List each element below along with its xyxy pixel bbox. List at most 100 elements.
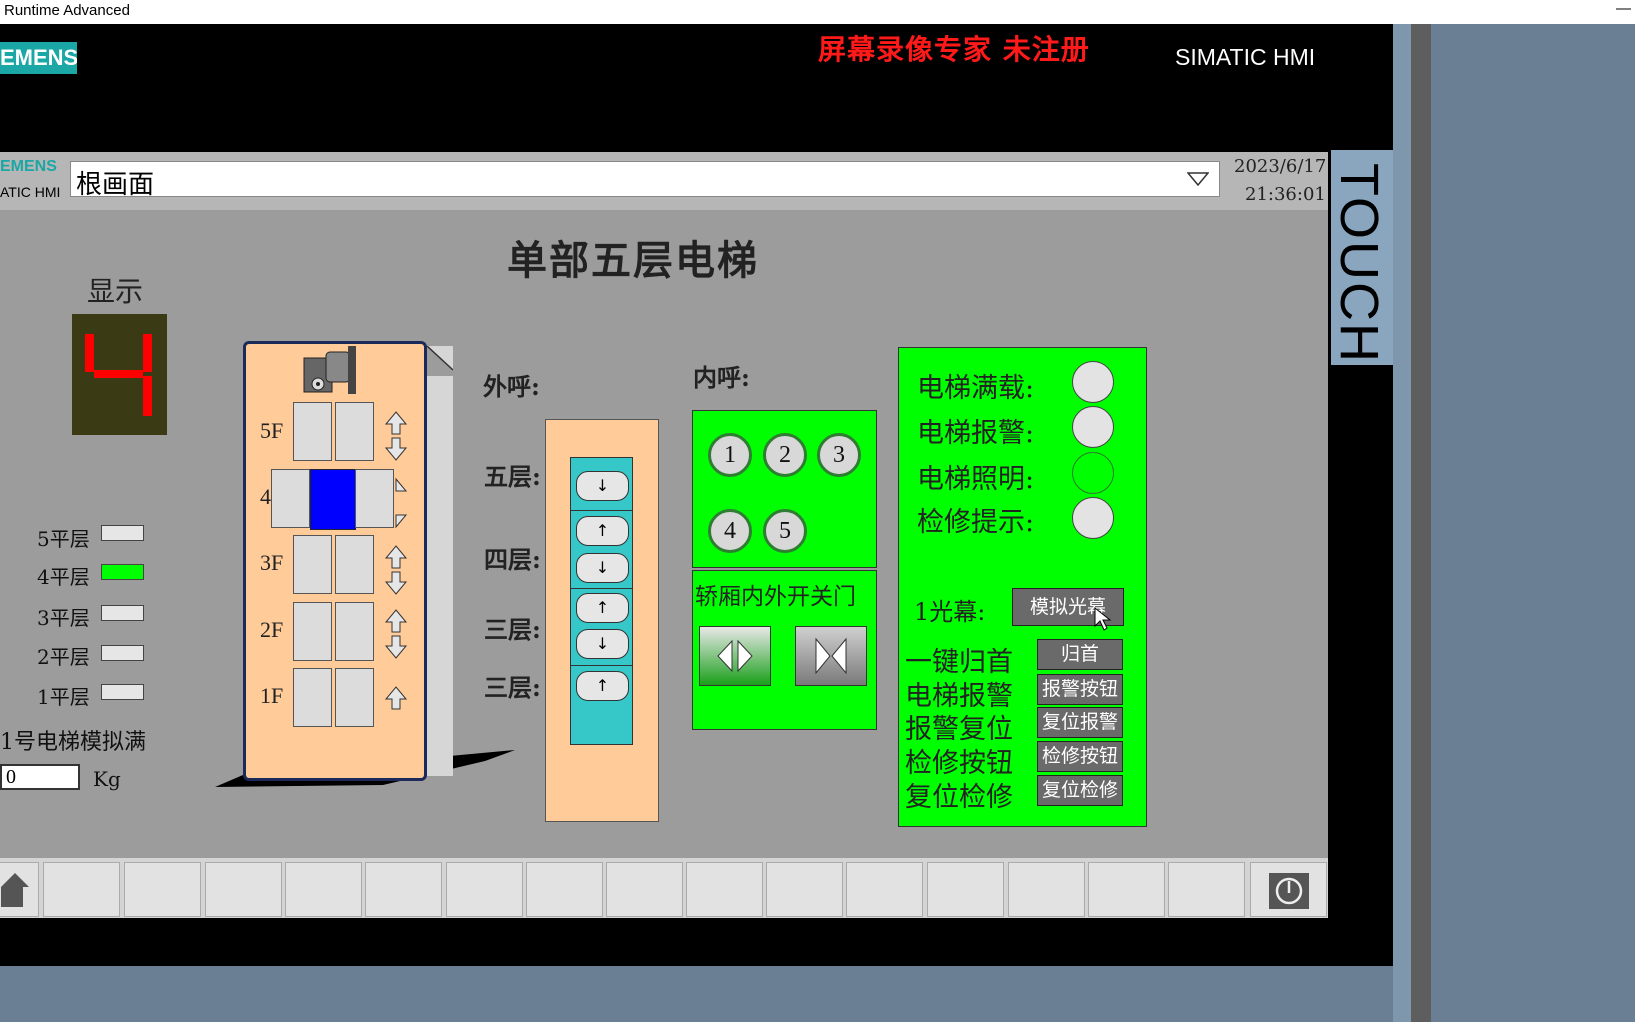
level-label-5: 5平层 — [37, 527, 90, 551]
motor-icon — [303, 346, 356, 394]
home-key[interactable] — [0, 862, 39, 917]
home-button[interactable]: 归首 — [1037, 639, 1123, 670]
status-label-maintenance: 检修提示: — [917, 507, 1035, 538]
elevator-car — [310, 469, 356, 530]
function-key[interactable] — [205, 862, 282, 917]
header-brand: EMENS — [0, 158, 57, 175]
window-title: Runtime Advanced — [4, 2, 130, 19]
shaft-roof — [427, 346, 453, 376]
call-4-down-button[interactable]: ↓ — [576, 553, 629, 583]
alarm-indicator — [1072, 406, 1114, 448]
car-call-3-button[interactable]: 3 — [817, 433, 861, 477]
weight-input[interactable]: 0 — [0, 764, 80, 790]
chevron-down-icon — [1187, 172, 1209, 186]
floor-door-right-5 — [335, 402, 374, 461]
seven-segment-display — [72, 314, 167, 435]
ext-row-3: 三层: — [484, 615, 541, 644]
power-key[interactable] — [1250, 862, 1327, 917]
floor-door-right-1 — [335, 668, 374, 727]
floor1-up-arrow — [384, 686, 408, 710]
function-key[interactable] — [124, 862, 201, 917]
screen-selector[interactable]: 根画面 — [70, 161, 1220, 200]
level-label-3: 3平层 — [37, 606, 90, 630]
touch-badge: TOUCH — [1329, 150, 1393, 365]
door-open-icon — [717, 639, 753, 673]
frame-rail — [1393, 24, 1411, 1022]
weight-sim-label: 1号电梯模拟满 — [0, 730, 146, 755]
door-close-button[interactable] — [795, 626, 867, 686]
call-2-up-button[interactable]: ↑ — [576, 671, 629, 701]
level-lamp-2 — [101, 645, 144, 661]
function-key[interactable] — [766, 862, 843, 917]
touch-label: TOUCH — [1329, 163, 1389, 365]
car-call-1-button[interactable]: 1 — [708, 433, 752, 477]
door-control-label: 轿厢内外开关门 — [695, 584, 856, 610]
lighting-indicator — [1072, 452, 1114, 494]
function-key[interactable] — [1168, 862, 1245, 917]
header-brand-sub: ATIC HMI — [0, 184, 61, 200]
level-label-2: 2平层 — [37, 645, 90, 669]
door-control-panel: 轿厢内外开关门 — [692, 570, 877, 730]
full-load-indicator — [1072, 361, 1114, 403]
function-key[interactable] — [606, 862, 683, 917]
level-label-1: 1平层 — [37, 685, 90, 709]
recorder-watermark: 屏幕录像专家 未注册 — [818, 33, 1090, 66]
home-icon — [1, 873, 29, 907]
internal-call-panel: 1 2 3 4 5 — [692, 410, 877, 568]
level-lamp-1 — [101, 684, 144, 700]
function-key[interactable] — [365, 862, 442, 917]
function-key[interactable] — [446, 862, 523, 917]
floor-door-left-1 — [293, 668, 332, 727]
function-key[interactable] — [43, 862, 120, 917]
floor-label-5: 5F — [260, 418, 284, 443]
car-call-4-button[interactable]: 4 — [708, 509, 752, 553]
function-key[interactable] — [285, 862, 362, 917]
digit-4-icon — [85, 334, 152, 416]
screen-name: 根画面 — [76, 170, 155, 200]
call-3-down-button[interactable]: ↓ — [576, 629, 629, 659]
floor-label-3: 3F — [260, 550, 284, 575]
maintenance-button[interactable]: 检修按钮 — [1037, 741, 1123, 772]
function-key-bar — [0, 858, 1328, 918]
siemens-logo: EMENS — [0, 42, 77, 74]
function-key[interactable] — [1088, 862, 1165, 917]
reset-alarm-button[interactable]: 复位报警 — [1037, 707, 1123, 738]
internal-call-label: 内呼: — [693, 363, 750, 392]
date-display: 2023/6/17 — [1234, 156, 1327, 177]
external-call-buttons: ↓ ↑ ↓ ↑ ↓ ↑ — [570, 457, 633, 745]
reset-maintenance-button[interactable]: 复位检修 — [1037, 775, 1123, 806]
floor-door-left-5 — [293, 402, 332, 461]
ext-row-2: 三层: — [484, 673, 541, 702]
car-call-5-button[interactable]: 5 — [763, 509, 807, 553]
door-close-icon — [815, 637, 847, 675]
time-display: 21:36:01 — [1245, 184, 1326, 205]
function-key[interactable] — [526, 862, 603, 917]
call-3-up-button[interactable]: ↑ — [576, 593, 629, 623]
function-key[interactable] — [927, 862, 1004, 917]
weight-unit: Kg — [93, 767, 121, 791]
floor-door-left-3 — [293, 535, 332, 594]
call-5-down-button[interactable]: ↓ — [576, 471, 629, 501]
desktop-background — [1431, 24, 1635, 1022]
maintenance-indicator — [1072, 497, 1114, 539]
floor4-direction-arrows — [395, 477, 408, 529]
function-key[interactable] — [686, 862, 763, 917]
floor-door-left-2 — [293, 602, 332, 661]
car-call-2-button[interactable]: 2 — [763, 433, 807, 477]
minimize-button[interactable]: — — [1616, 0, 1631, 17]
function-key[interactable] — [1008, 862, 1085, 917]
floor-door-right-4 — [355, 469, 394, 528]
alarm-button[interactable]: 报警按钮 — [1037, 674, 1123, 705]
window-titlebar: Runtime Advanced — — [0, 0, 1635, 24]
floor-door-right-3 — [335, 535, 374, 594]
door-open-button[interactable] — [699, 626, 771, 686]
call-4-up-button[interactable]: ↑ — [576, 516, 629, 546]
floor-door-right-2 — [335, 602, 374, 661]
level-lamp-4 — [101, 564, 144, 580]
function-key[interactable] — [846, 862, 923, 917]
status-panel: 电梯满载: 电梯报警: 电梯照明: 检修提示: 1光幕: 模拟光幕 一键归首 归… — [898, 347, 1147, 827]
status-label-alarm: 电梯报警: — [917, 418, 1035, 449]
page-title: 单部五层电梯 — [507, 237, 759, 284]
ext-row-4: 四层: — [484, 545, 541, 574]
level-lamp-5 — [101, 525, 144, 541]
